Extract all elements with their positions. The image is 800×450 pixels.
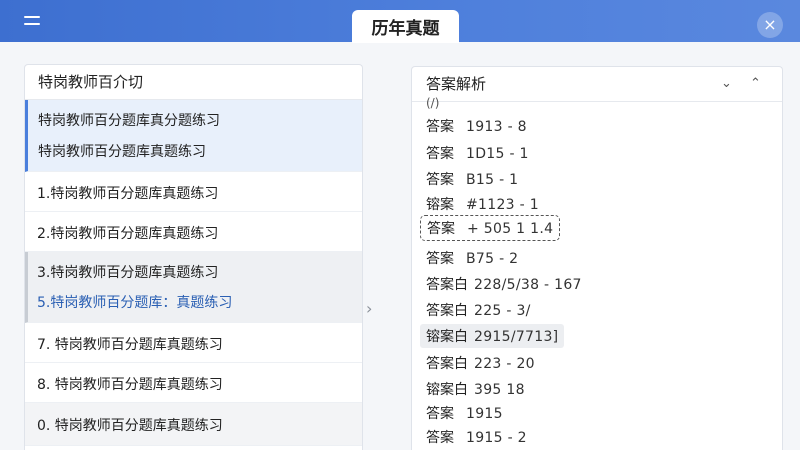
page-title: 历年真题 [352, 10, 459, 43]
list-item-label: 8. 特岗教师百分题库真题练习 [37, 377, 223, 393]
answer-value: B15 - 1 [466, 172, 519, 188]
answer-value: 1913 - 8 [466, 119, 527, 135]
list-item-label: 5.特岗教师百分题库：真题练习 [37, 295, 233, 311]
answer-value: 225 - 3/ [474, 303, 531, 319]
answer-panel-header: 答案解析 ⌄ ⌃ [412, 67, 782, 102]
answer-value: 2915/7713] [474, 329, 559, 345]
answer-value: 1D15 - 1 [466, 146, 529, 162]
answer-label: 答案 [427, 221, 455, 237]
answer-label: 答案 [426, 430, 454, 446]
answer-row: 答案白 225 - 3/ [426, 300, 531, 320]
answer-value: 395 18 [474, 382, 525, 398]
list-item-label: 2.特岗教师百分题库真题练习 [37, 226, 219, 242]
answer-row: 答案 B75 - 2 [426, 248, 518, 268]
answer-row: 镕案白 395 18 [426, 379, 525, 399]
answer-analysis-panel: 答案解析 ⌄ ⌃ (/) 答案 1913 - 8 答案 1D15 - 1 答案 B15… [411, 66, 783, 450]
answer-value: #1123 - 1 [466, 197, 539, 213]
answer-label: 答案 [426, 172, 454, 188]
answer-row: 答案 B15 - 1 [426, 169, 518, 189]
list-item-label: 特岗教师百分题库真分题练习 [38, 113, 220, 129]
answer-label: 答案 [426, 251, 454, 267]
answer-row: 镕案白 2915/7713] [420, 324, 565, 348]
answer-row: 答案 1915 [426, 403, 503, 423]
list-item[interactable]: 2.特岗教师百分题库真题练习 [25, 212, 362, 252]
list-item-label: 1.特岗教师百分题库真题练习 [37, 186, 219, 202]
answer-value: 1915 [466, 406, 503, 422]
question-list-header: 特岗教师百介切 [25, 65, 362, 100]
answer-value: 1915 - 2 [466, 430, 527, 446]
chevron-right-icon[interactable]: › [366, 299, 378, 318]
answer-label: 镕案 [426, 197, 454, 213]
answer-label: 镕案白 [426, 382, 468, 398]
answer-value: B75 - 2 [466, 251, 519, 267]
answer-row: 答案白 223 - 20 [426, 353, 535, 373]
answer-value: + 505 1 1.4 [467, 221, 554, 237]
list-item-label: 特岗教师百分题库真题练习 [38, 144, 206, 160]
chevron-down-icon[interactable]: ⌄ [721, 67, 732, 101]
answer-row: 答案白 228/5/38 - 167 [426, 274, 582, 294]
answer-label: 答案 [426, 146, 454, 162]
answer-label: 镕案白 [426, 329, 468, 345]
answer-panel-title: 答案解析 [426, 75, 487, 93]
answer-row: 答案 1D15 - 1 [426, 143, 529, 163]
answer-value: 223 - 20 [474, 356, 535, 372]
menu-icon[interactable] [18, 10, 46, 32]
answer-partial-row: (/) [426, 96, 440, 110]
answer-row: 答案 1913 - 8 [426, 116, 527, 136]
answer-label: 答案 [426, 406, 454, 422]
list-item[interactable]: 1.特岗教师百分题库真题练习 [25, 172, 362, 212]
top-bar: 历年真题 × [0, 0, 800, 43]
list-item[interactable]: 7. 特岗教师百分题库真题练习 [25, 323, 362, 363]
answer-value: 228/5/38 - 167 [474, 277, 582, 293]
list-item[interactable]: 8. 特岗教师百分题库真题练习 [25, 363, 362, 403]
close-icon[interactable]: × [757, 12, 783, 38]
question-list-panel: 特岗教师百介切 特岗教师百分题库真分题练习 特岗教师百分题库真题练习 1.特岗教… [24, 64, 363, 450]
answer-label: 答案白 [426, 277, 468, 293]
answer-row: 镕案 #1123 - 1 [426, 194, 539, 214]
list-item-label: 7. 特岗教师百分题库真题练习 [37, 337, 223, 353]
list-item[interactable]: 特岗教师百分题库真分题练习 特岗教师百分题库真题练习 [25, 100, 362, 172]
list-item-label: 3.特岗教师百分题库真题练习 [37, 265, 219, 281]
answer-row-highlighted[interactable]: 答案 + 505 1 1.4 [420, 215, 561, 241]
list-item[interactable]: 0. 特岗教师百分题库真题练习 [25, 403, 362, 446]
answer-list: (/) 答案 1913 - 8 答案 1D15 - 1 答案 B15 - 1 镕案 #1… [412, 96, 782, 450]
answer-label: 答案白 [426, 356, 468, 372]
answer-label: 答案白 [426, 303, 468, 319]
list-item[interactable]: 3.特岗教师百分题库真题练习 5.特岗教师百分题库：真题练习 [25, 252, 362, 323]
answer-label: 答案 [426, 119, 454, 135]
list-item-label: 0. 特岗教师百分题库真题练习 [37, 418, 223, 434]
answer-row: 答案 1915 - 2 [426, 427, 527, 447]
chevron-up-icon[interactable]: ⌃ [750, 67, 761, 101]
